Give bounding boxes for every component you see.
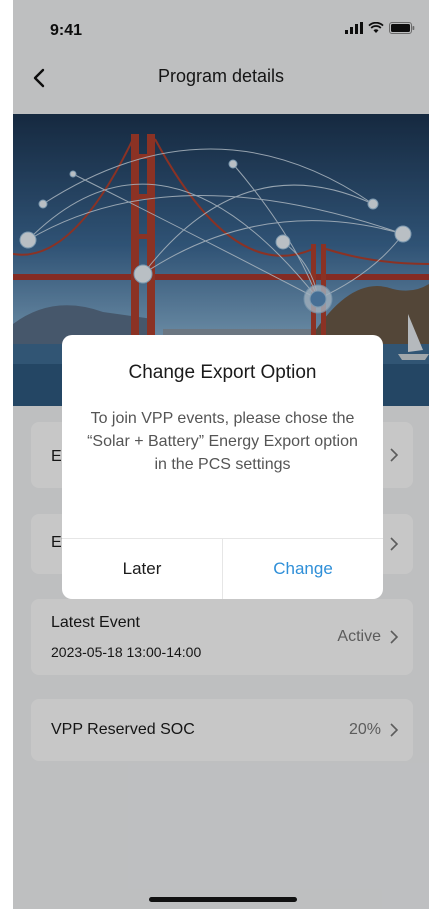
change-button[interactable]: Change bbox=[223, 539, 383, 599]
phone-screen: 9:41 Program details Er Ev Latest Event … bbox=[13, 0, 429, 909]
home-indicator[interactable] bbox=[149, 897, 297, 902]
later-button[interactable]: Later bbox=[62, 539, 222, 599]
dialog-message: To join VPP events, please chose the “So… bbox=[87, 410, 358, 473]
change-export-dialog: Change Export Option To join VPP events,… bbox=[62, 335, 383, 599]
dialog-title: Change Export Option bbox=[128, 362, 317, 383]
